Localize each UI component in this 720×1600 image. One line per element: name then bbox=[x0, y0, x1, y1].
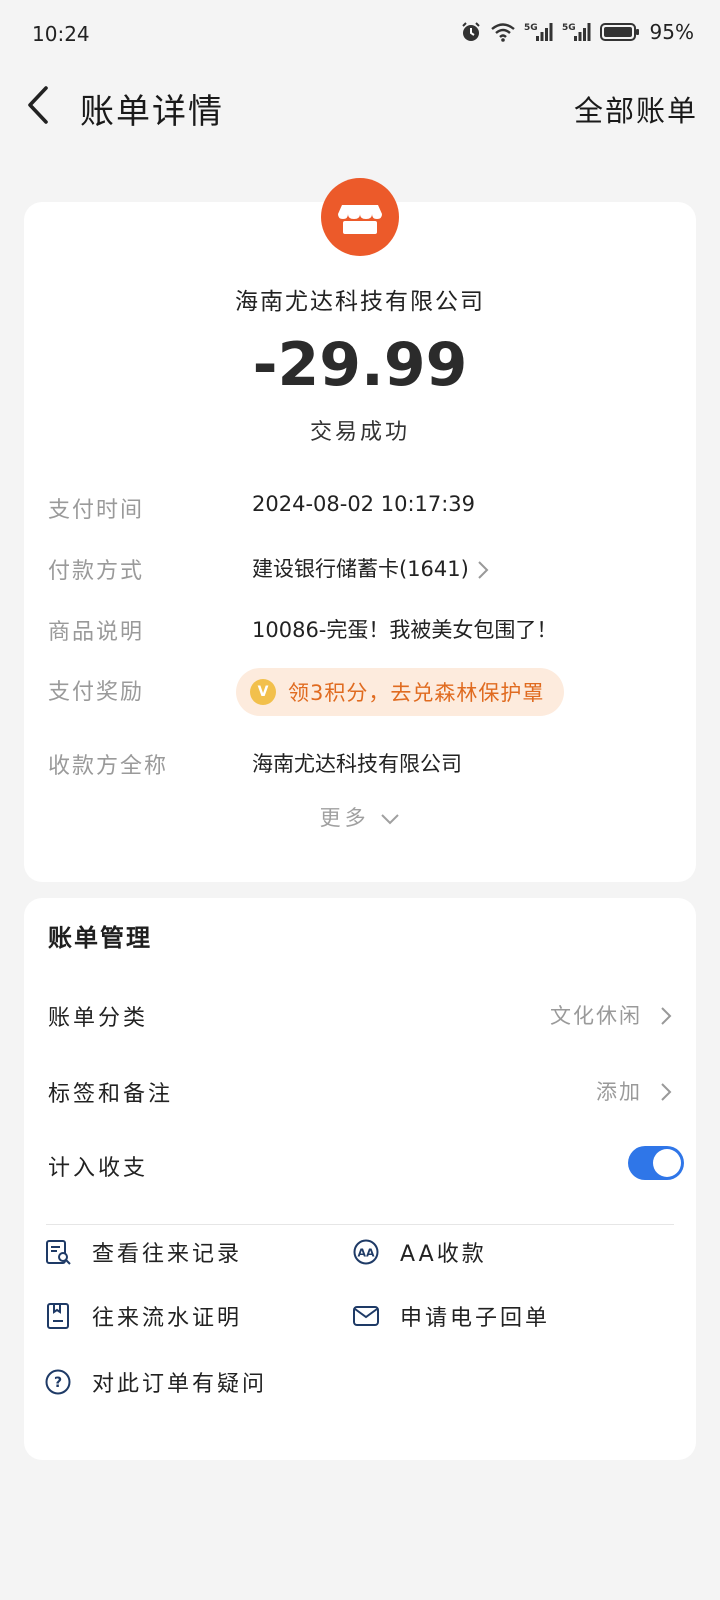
info-label: 商品说明 bbox=[48, 620, 145, 645]
trade-status: 交易成功 bbox=[309, 420, 410, 445]
toggle-knob bbox=[653, 1149, 681, 1177]
e-receipt-action[interactable]: 申请电子回单 bbox=[352, 1296, 550, 1336]
record-search-icon bbox=[46, 1240, 71, 1265]
aa-icon: AA bbox=[353, 1239, 379, 1265]
mail-icon bbox=[353, 1306, 379, 1326]
order-question-action[interactable]: ? 对此订单有疑问 bbox=[44, 1362, 267, 1402]
view-records-action[interactable]: 查看往来记录 bbox=[44, 1232, 242, 1272]
svg-text:?: ? bbox=[54, 1375, 62, 1391]
nav-bar: 账单详情 全部账单 bbox=[0, 70, 720, 140]
mgmt-value: 添加 bbox=[596, 1080, 642, 1104]
document-icon bbox=[47, 1303, 69, 1329]
action-label: AA收款 bbox=[400, 1242, 487, 1267]
mgmt-label: 账单分类 bbox=[48, 1006, 149, 1031]
back-arrow-icon[interactable] bbox=[24, 84, 54, 126]
info-row-payment-method[interactable]: 付款方式 建设银行储蓄卡(1641) bbox=[48, 547, 688, 587]
info-label: 付款方式 bbox=[48, 559, 145, 584]
svg-text:5G: 5G bbox=[562, 23, 576, 33]
status-bar: 10:24 5G 5G 95% bbox=[0, 0, 720, 70]
svg-text:5G: 5G bbox=[524, 23, 538, 33]
action-label: 查看往来记录 bbox=[92, 1242, 243, 1267]
amount: -29.99 bbox=[252, 330, 468, 400]
more-button[interactable]: 更多 bbox=[24, 802, 696, 832]
chevron-right-icon bbox=[661, 1083, 672, 1101]
reward-text: 领3积分，去兑森林保护罩 bbox=[288, 681, 545, 705]
info-row-pay-reward: 支付奖励 V 领3积分，去兑森林保护罩 bbox=[48, 668, 688, 718]
merchant-name: 海南尤达科技有限公司 bbox=[235, 289, 485, 315]
payment-method-value[interactable]: 建设银行储蓄卡(1641) bbox=[252, 553, 489, 583]
wifi-icon bbox=[490, 23, 515, 42]
signal-5g-icon: 5G bbox=[562, 23, 591, 41]
page-title: 账单详情 bbox=[80, 92, 224, 132]
info-label: 收款方全称 bbox=[48, 754, 169, 779]
status-time: 10:24 bbox=[32, 22, 90, 46]
mgmt-row-include-balance: 计入收支 bbox=[48, 1146, 684, 1186]
info-value: 2024-08-02 10:17:39 bbox=[252, 492, 476, 516]
question-icon: ? bbox=[45, 1369, 71, 1395]
battery-percentage: 95% bbox=[649, 20, 694, 44]
chevron-right-icon bbox=[661, 1007, 672, 1025]
more-label: 更多 bbox=[319, 806, 370, 830]
all-bills-link[interactable]: 全部账单 bbox=[574, 88, 698, 130]
section-title: 账单管理 bbox=[48, 924, 152, 952]
mgmt-label: 标签和备注 bbox=[48, 1082, 174, 1107]
info-row-product-desc: 商品说明 10086-完蛋！我被美女包围了！ bbox=[48, 608, 688, 648]
action-label: 往来流水证明 bbox=[92, 1306, 243, 1331]
chevron-right-icon bbox=[478, 561, 489, 579]
mgmt-value: 文化休闲 bbox=[550, 1004, 642, 1028]
merchant-logo bbox=[321, 178, 399, 256]
info-row-payee-name: 收款方全称 海南尤达科技有限公司 bbox=[48, 742, 688, 782]
info-value: 10086-完蛋！我被美女包围了！ bbox=[252, 618, 558, 642]
action-label: 申请电子回单 bbox=[400, 1306, 551, 1331]
mgmt-row-tags-notes[interactable]: 标签和备注 添加 bbox=[48, 1072, 672, 1112]
mgmt-label: 计入收支 bbox=[48, 1156, 149, 1181]
chevron-down-icon bbox=[381, 814, 400, 825]
alarm-icon bbox=[461, 22, 480, 41]
status-icons: 5G 5G 95% bbox=[460, 20, 694, 44]
info-row-pay-time: 支付时间 2024-08-02 10:17:39 bbox=[48, 486, 688, 526]
aa-collect-action[interactable]: AA AA收款 bbox=[352, 1232, 487, 1272]
signal-5g-icon: 5G bbox=[524, 23, 553, 41]
reward-pill[interactable]: V 领3积分，去兑森林保护罩 bbox=[236, 668, 565, 716]
svg-text:AA: AA bbox=[357, 1247, 375, 1260]
divider bbox=[46, 1224, 674, 1225]
include-in-balance-toggle[interactable] bbox=[628, 1146, 684, 1180]
battery-icon bbox=[599, 23, 639, 41]
bill-detail-card: 海南尤达科技有限公司 -29.99 交易成功 支付时间 2024-08-02 1… bbox=[24, 178, 696, 882]
info-label: 支付时间 bbox=[48, 498, 145, 523]
info-value-text: 建设银行储蓄卡(1641) bbox=[252, 557, 469, 581]
transaction-proof-action[interactable]: 往来流水证明 bbox=[44, 1296, 242, 1336]
info-label: 支付奖励 bbox=[48, 680, 145, 705]
info-value: 海南尤达科技有限公司 bbox=[252, 752, 462, 776]
action-label: 对此订单有疑问 bbox=[92, 1372, 268, 1397]
coin-icon: V bbox=[250, 679, 276, 705]
bill-management-card: 账单管理 账单分类 文化休闲 标签和备注 添加 计入收支 查看往来记录 AA A… bbox=[24, 898, 696, 1460]
store-icon bbox=[338, 205, 382, 234]
mgmt-row-category[interactable]: 账单分类 文化休闲 bbox=[48, 996, 672, 1036]
